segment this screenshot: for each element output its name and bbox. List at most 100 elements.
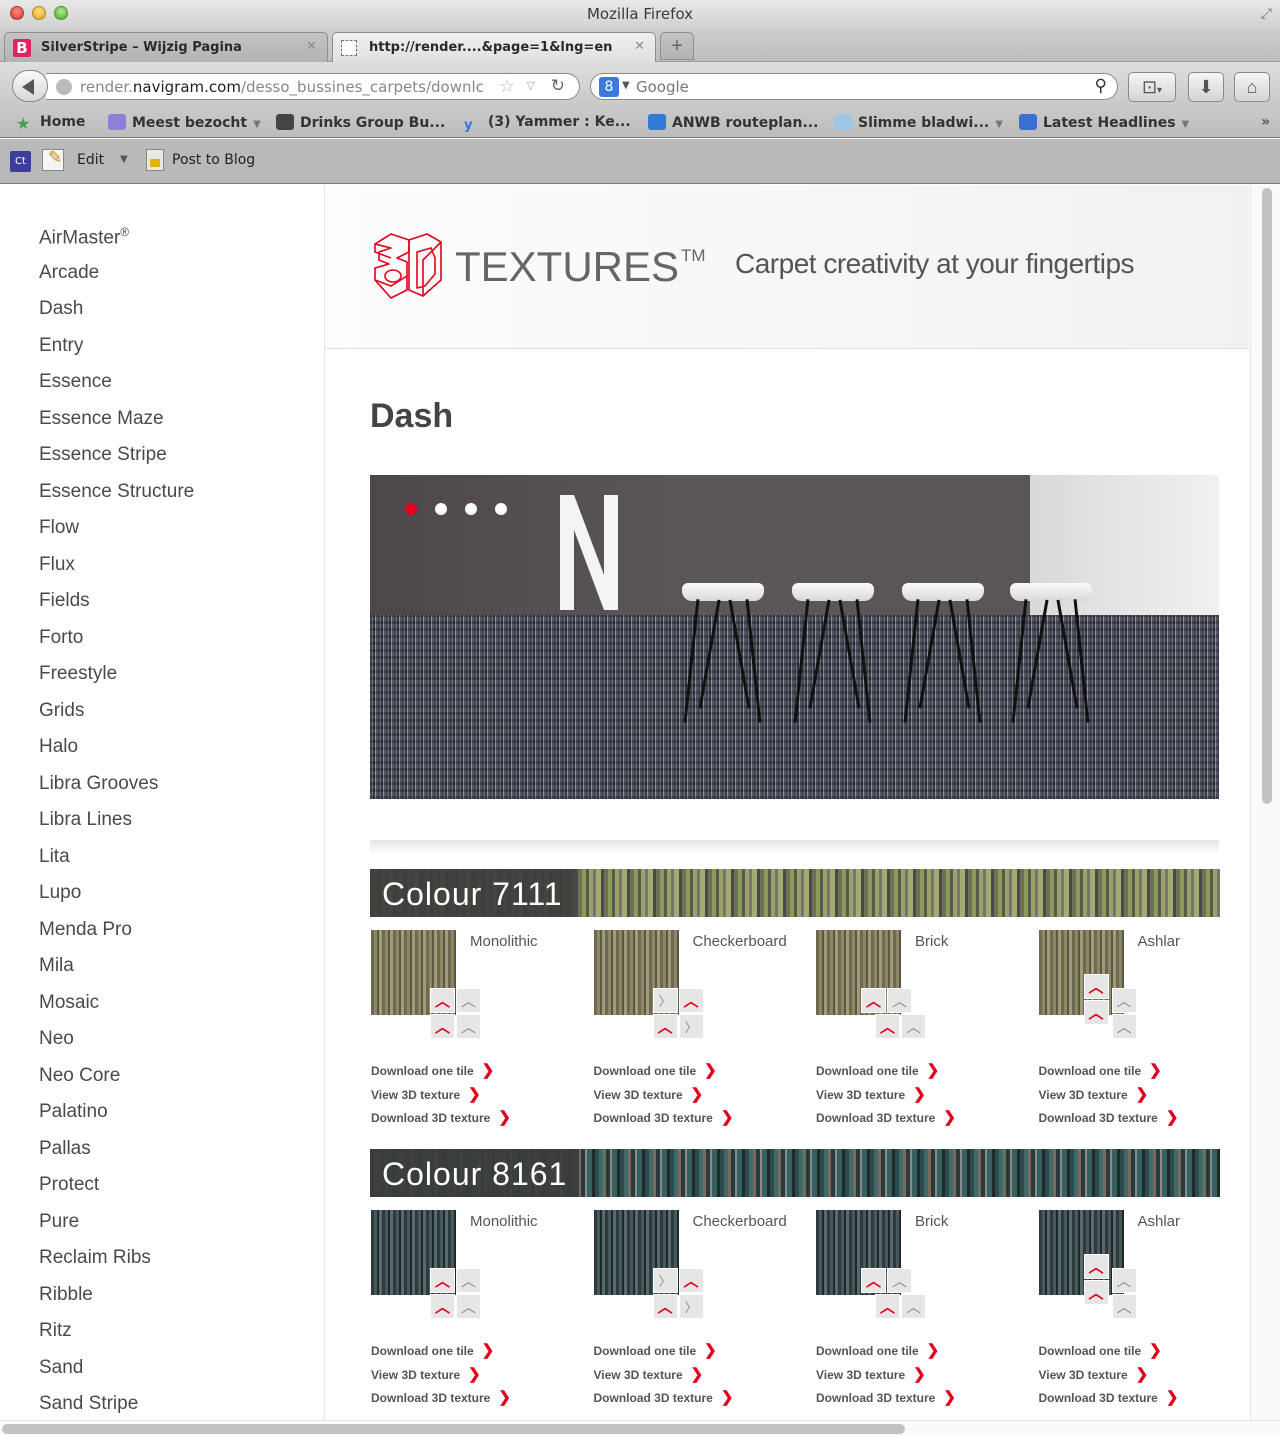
contribute-icon[interactable]: Ct [10,151,31,172]
tab-render[interactable]: http://render....&page=1&lng=en ✕ [332,32,656,62]
sidebar-item-grids[interactable]: Grids [39,700,84,722]
download-3d-texture-link[interactable]: Download 3D texture ❯ [594,1108,734,1132]
download-one-tile-link[interactable]: Download one tile ❯ [1039,1061,1179,1085]
bookmark-drinks-group[interactable]: Drinks Group Bu... [276,114,445,131]
slider-dot[interactable] [495,503,507,515]
slider-dot[interactable] [465,503,477,515]
sidebar-item-lupo[interactable]: Lupo [39,882,81,904]
bookmarks-menu-button[interactable]: ⊡▾ [1128,72,1176,102]
sidebar-item-protect[interactable]: Protect [39,1174,99,1196]
slider-dot[interactable] [405,503,417,515]
tab-silverstripe[interactable]: B SilverStripe – Wijzig Pagina ✕ [4,32,328,62]
download-one-tile-link[interactable]: Download one tile ❯ [1039,1341,1179,1365]
sidebar-item-freestyle[interactable]: Freestyle [39,663,117,685]
close-tab-icon[interactable]: ✕ [634,39,645,54]
sidebar-item-lita[interactable]: Lita [39,846,70,868]
bookmark-slimme-bladwijzers[interactable]: Slimme bladwi... ▼ [834,114,1003,131]
bookmark-yammer[interactable]: y (3) Yammer : Ke... [464,114,631,134]
sidebar-item-palatino[interactable]: Palatino [39,1101,108,1123]
view-3d-texture-link[interactable]: View 3D texture ❯ [371,1085,511,1109]
sidebar-item-fields[interactable]: Fields [39,590,90,612]
view-3d-texture-link[interactable]: View 3D texture ❯ [594,1365,734,1389]
view-3d-texture-link[interactable]: View 3D texture ❯ [594,1085,734,1109]
download-one-tile-link[interactable]: Download one tile ❯ [371,1341,511,1365]
bookmark-anwb[interactable]: ANWB routeplan... [648,114,818,131]
edit-pencil-icon[interactable] [42,148,64,171]
bookmark-meest-bezocht[interactable]: Meest bezocht ▼ [108,114,261,131]
sidebar-item-entry[interactable]: Entry [39,335,83,357]
sidebar-item-ribble[interactable]: Ribble [39,1284,93,1306]
back-button[interactable] [12,70,48,102]
close-tab-icon[interactable]: ✕ [306,39,317,54]
sidebar-item-reclaim-ribs[interactable]: Reclaim Ribs [39,1247,151,1269]
sidebar-item-libra-lines[interactable]: Libra Lines [39,809,132,831]
sidebar-item-essence-stripe[interactable]: Essence Stripe [39,444,167,466]
sidebar-item-arcade[interactable]: Arcade [39,262,99,284]
horizontal-scrollbar[interactable] [0,1420,1280,1435]
zoom-window-button[interactable] [54,6,68,20]
download-3d-texture-link[interactable]: Download 3D texture ❯ [371,1108,511,1132]
download-one-tile-link[interactable]: Download one tile ❯ [594,1341,734,1365]
new-tab-button[interactable]: + [660,32,694,60]
view-3d-texture-link[interactable]: View 3D texture ❯ [1039,1085,1179,1109]
sidebar-item-dash[interactable]: Dash [39,298,83,320]
minimize-window-button[interactable] [32,6,46,20]
view-3d-texture-link[interactable]: View 3D texture ❯ [1039,1365,1179,1389]
history-dropdown-icon[interactable]: ▽ [527,79,535,92]
sidebar-item-halo[interactable]: Halo [39,736,78,758]
sidebar-item-essence[interactable]: Essence [39,371,112,393]
sidebar-item-neo-core[interactable]: Neo Core [39,1065,120,1087]
sidebar-item-forto[interactable]: Forto [39,627,83,649]
url-text[interactable]: render.navigram.com/desso_bussines_carpe… [80,78,484,96]
download-one-tile-link[interactable]: Download one tile ❯ [594,1061,734,1085]
engine-dropdown-icon[interactable]: ▼ [622,80,630,91]
post-to-blog-icon[interactable] [146,149,164,171]
sidebar-item-neo[interactable]: Neo [39,1028,74,1050]
download-3d-texture-link[interactable]: Download 3D texture ❯ [594,1388,734,1412]
url-bar[interactable]: render.navigram.com/desso_bussines_carpe… [46,73,580,100]
search-icon[interactable]: ⚲ [1095,76,1107,96]
sidebar-item-mila[interactable]: Mila [39,955,74,977]
horizontal-scroll-thumb[interactable] [2,1424,905,1434]
download-3d-texture-link[interactable]: Download 3D texture ❯ [1039,1388,1179,1412]
fullscreen-icon[interactable]: ⤢ [1261,5,1272,22]
view-3d-texture-link[interactable]: View 3D texture ❯ [371,1365,511,1389]
slider-dot[interactable] [435,503,447,515]
reload-icon[interactable]: ↻ [551,76,565,96]
vertical-scroll-thumb[interactable] [1262,188,1272,804]
download-one-tile-link[interactable]: Download one tile ❯ [816,1061,956,1085]
search-bar[interactable]: 8 ▼ Google ⚲ [590,73,1118,100]
sidebar-item-menda-pro[interactable]: Menda Pro [39,919,132,941]
bookmark-star-icon[interactable]: ☆ [499,76,515,97]
sidebar-item-flow[interactable]: Flow [39,517,79,539]
download-3d-texture-link[interactable]: Download 3D texture ❯ [1039,1108,1179,1132]
google-engine-icon[interactable]: 8 [599,77,619,97]
download-one-tile-link[interactable]: Download one tile ❯ [371,1061,511,1085]
view-3d-texture-link[interactable]: View 3D texture ❯ [816,1365,956,1389]
sidebar-item-ritz[interactable]: Ritz [39,1320,72,1342]
download-one-tile-link[interactable]: Download one tile ❯ [816,1341,956,1365]
more-bookmarks-chevron-icon[interactable]: » [1261,114,1270,130]
home-button[interactable]: ⌂ [1234,72,1270,102]
download-3d-texture-link[interactable]: Download 3D texture ❯ [816,1388,956,1412]
edit-dropdown-icon[interactable]: ▼ [120,154,128,165]
bookmark-latest-headlines[interactable]: Latest Headlines ▼ [1019,114,1189,131]
bookmark-home[interactable]: ★ Home [16,114,85,133]
sidebar-item-mosaic[interactable]: Mosaic [39,992,99,1014]
post-to-blog-button[interactable]: Post to Blog [172,152,255,168]
downloads-button[interactable]: ⬇ [1188,72,1224,102]
sidebar-item-essence-maze[interactable]: Essence Maze [39,408,164,430]
sidebar-item-pallas[interactable]: Pallas [39,1138,91,1160]
sidebar-item-pure[interactable]: Pure [39,1211,79,1233]
sidebar-item-libra-grooves[interactable]: Libra Grooves [39,773,158,795]
sidebar-item-sand[interactable]: Sand [39,1357,83,1379]
close-window-button[interactable] [10,6,24,20]
download-3d-texture-link[interactable]: Download 3D texture ❯ [816,1108,956,1132]
vertical-scrollbar[interactable] [1250,185,1280,1420]
view-3d-texture-link[interactable]: View 3D texture ❯ [816,1085,956,1109]
sidebar-item-essence-structure[interactable]: Essence Structure [39,481,194,503]
sidebar-item-airmaster[interactable]: AirMaster® [39,225,129,249]
hero-slider[interactable] [370,475,1219,799]
sidebar-item-sand-stripe[interactable]: Sand Stripe [39,1393,138,1415]
sidebar-item-flux[interactable]: Flux [39,554,75,576]
